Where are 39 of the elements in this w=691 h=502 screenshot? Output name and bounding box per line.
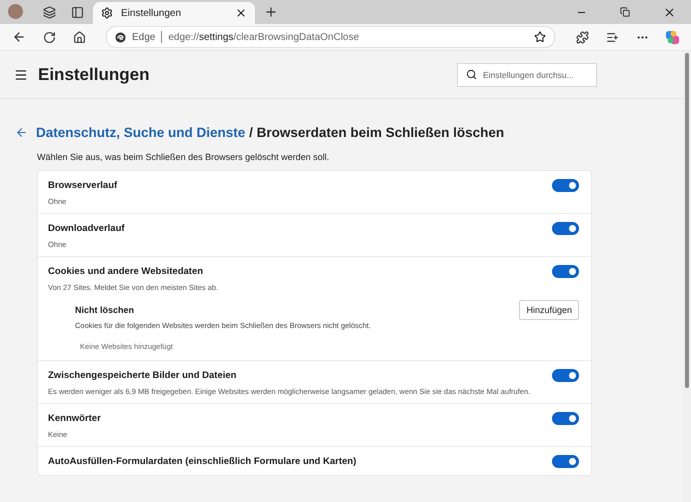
breadcrumb-current: Browserdaten beim Schließen löschen xyxy=(256,125,504,140)
toggle-switch[interactable] xyxy=(552,412,579,425)
search-box[interactable]: Einstellungen durchsu... xyxy=(457,62,597,86)
toggle-switch[interactable] xyxy=(552,179,579,192)
address-bar[interactable]: Edge edge://settings/clearBrowsingDataOnClose xyxy=(106,26,555,48)
exceptions-title: Nicht löschen xyxy=(75,305,134,315)
star-icon[interactable] xyxy=(534,31,546,43)
toggle-switch[interactable] xyxy=(552,222,579,235)
toggle-switch[interactable] xyxy=(552,265,579,278)
settings-icon xyxy=(101,7,113,19)
breadcrumb-separator: / xyxy=(249,125,253,140)
page-description: Wählen Sie aus, was beim Schließen des Browsers gelöscht werden soll. xyxy=(37,152,330,162)
browser-tab[interactable]: Einstellungen xyxy=(93,2,255,24)
back-arrow-icon[interactable] xyxy=(15,126,28,139)
colorful-logo-icon[interactable] xyxy=(664,30,680,44)
search-icon xyxy=(466,69,477,80)
url-text: edge://settings/clearBrowsingDataOnClose xyxy=(168,32,360,42)
restore-icon[interactable] xyxy=(620,7,630,17)
setting-title: Downloadverlauf xyxy=(48,223,125,234)
setting-title: AutoAusfüllen-Formulardaten (einschließlich Formulare und Karten) xyxy=(48,456,356,467)
toggle-switch[interactable] xyxy=(552,455,579,468)
close-icon[interactable] xyxy=(235,7,247,19)
setting-title: Zwischengespeicherte Bilder und Dateien xyxy=(48,370,236,381)
reload-icon[interactable] xyxy=(42,30,56,44)
page-title: Einstellungen xyxy=(38,64,150,84)
toggle-switch[interactable] xyxy=(552,369,579,382)
menu-icon[interactable] xyxy=(14,68,28,82)
setting-title: Kennwörter xyxy=(48,413,101,424)
close-icon[interactable] xyxy=(662,6,676,18)
search-field[interactable]: Einstellungen durchsu... xyxy=(483,70,592,80)
site-label: Edge xyxy=(132,32,156,42)
setting-title: Cookies und andere Websitedaten xyxy=(48,266,204,277)
home-icon[interactable] xyxy=(72,30,86,44)
setting-title: Browserverlauf xyxy=(48,180,118,191)
browser-logo-icon xyxy=(115,32,126,42)
back-icon[interactable] xyxy=(12,30,26,44)
breadcrumb-link[interactable]: Datenschutz, Suche und Dienste xyxy=(36,125,246,140)
puzzle-icon[interactable] xyxy=(576,30,588,44)
add-button[interactable]: Hinzufügen xyxy=(519,300,579,320)
